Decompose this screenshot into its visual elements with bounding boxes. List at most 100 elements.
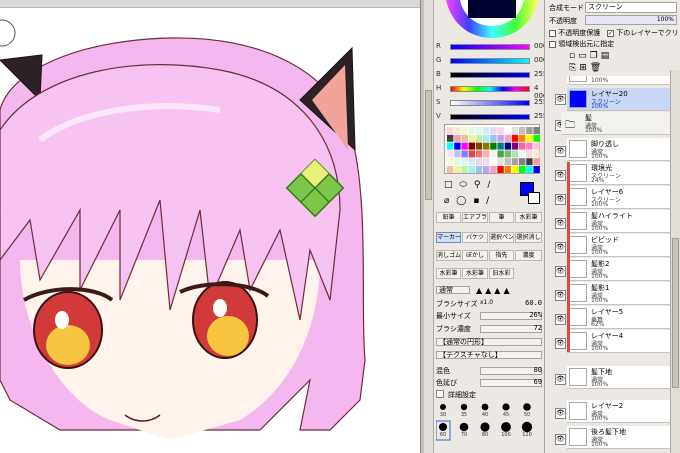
tool-brush[interactable]: 筆: [489, 212, 514, 223]
tool-pencil[interactable]: 鉛筆: [436, 212, 461, 223]
slider-track[interactable]: [450, 44, 530, 50]
copy-layer-icon[interactable]: ❐: [590, 51, 601, 61]
layer-row[interactable]: 環境光 スクリーン 24%: [567, 162, 671, 185]
protect-checkbox-row[interactable]: 不透明度保護: [549, 28, 600, 38]
layer-row[interactable]: レイヤー4 通常 100%: [567, 330, 671, 353]
visibility-eye-icon[interactable]: 👁: [555, 218, 566, 229]
shape-dropdown-row[interactable]: 【通常の円形】: [436, 338, 542, 348]
tool-custom-3[interactable]: 旧水彩: [489, 268, 514, 279]
scroll-thumb[interactable]: [425, 90, 432, 200]
density-row[interactable]: ブラシ濃度 72: [436, 324, 542, 334]
texture-dropdown-row[interactable]: 【テクスチャなし】: [436, 351, 542, 361]
mix-row[interactable]: 混色 80: [436, 366, 542, 376]
brush-size-row[interactable]: ブラシサイズ x1.0 60.0: [436, 299, 542, 309]
tool-bucket[interactable]: バケツ: [462, 232, 488, 243]
tool-airbrush[interactable]: エアブラシ: [462, 212, 488, 223]
brush-shape-select[interactable]: 通常: [436, 286, 470, 294]
slider-track[interactable]: [450, 100, 530, 106]
visibility-eye-icon[interactable]: 👁: [555, 314, 566, 325]
slider-track[interactable]: [450, 86, 530, 92]
tool-finger[interactable]: 指先: [489, 250, 514, 261]
brush-shape-row[interactable]: 通常 ▲▲▲▲: [436, 286, 542, 296]
visibility-eye-icon[interactable]: 👁: [555, 338, 566, 349]
swatch-palette[interactable]: [444, 124, 540, 174]
layer-panel-scrollbar[interactable]: [670, 70, 680, 453]
visibility-eye-icon[interactable]: 👁: [555, 94, 566, 105]
slider-b[interactable]: B 255: [436, 70, 544, 80]
slider-v[interactable]: V 255: [436, 112, 544, 122]
source-checkbox[interactable]: [549, 40, 556, 48]
visibility-eye-icon[interactable]: 👁: [555, 242, 566, 253]
brush-texture-dropdown[interactable]: 【テクスチャなし】: [436, 351, 542, 359]
clip-checkbox-checked-icon[interactable]: ✓: [607, 29, 614, 37]
tool-blur[interactable]: ぼかし: [462, 250, 488, 261]
slider-track[interactable]: [450, 114, 530, 120]
palette-swatch: [454, 166, 461, 173]
tool-custom-1[interactable]: 水彩筆: [436, 268, 461, 279]
slider-s[interactable]: S 255: [436, 98, 544, 108]
layer-row[interactable]: 脚り透し 通常 100%: [567, 138, 671, 161]
move-icon[interactable]: ⊞: [579, 63, 590, 73]
slider-h[interactable]: H 4 000: [436, 84, 544, 100]
color-wheel[interactable]: [442, 0, 542, 40]
brush-size-presets[interactable]: 30 35 40 45 50 60 70 80 100 120: [436, 402, 542, 453]
visibility-eye-icon[interactable]: 👁: [555, 408, 566, 419]
brush-tip-icons[interactable]: ▲▲▲▲: [476, 286, 513, 295]
layer-row[interactable]: 髪影2 通常 100%: [567, 258, 671, 281]
visibility-eye-icon[interactable]: 👁: [555, 194, 566, 205]
layer-row[interactable]: 髪下地 通常 100%: [567, 366, 671, 389]
brush-size-value[interactable]: 60.0: [518, 299, 542, 307]
layer-folder-row[interactable]: 🗀 髪 通常 100%: [561, 112, 671, 135]
tool-panel-scrollbar[interactable]: [424, 0, 434, 453]
new-folder-icon[interactable]: ▭: [578, 51, 590, 61]
layer-row[interactable]: レイヤー6 スクリーン 100%: [567, 186, 671, 209]
tool-custom-2[interactable]: 水彩筆: [462, 268, 488, 279]
visibility-eye-icon[interactable]: 👁: [555, 290, 566, 301]
slider-track[interactable]: [450, 72, 530, 78]
layer-row[interactable]: 100%: [567, 76, 671, 85]
extend-row[interactable]: 色延び 69: [436, 378, 542, 388]
tool-watercolor[interactable]: 水彩筆: [515, 212, 542, 223]
detail-settings-row[interactable]: 詳細設定: [436, 390, 542, 400]
brush-size-multiplier[interactable]: x1.0: [480, 299, 493, 306]
protect-checkbox[interactable]: [549, 29, 556, 37]
blend-mode-select[interactable]: スクリーン: [585, 2, 677, 13]
visibility-eye-icon[interactable]: 👁: [555, 266, 566, 277]
layer-row-selected[interactable]: レイヤー20 スクリーン 100%: [567, 88, 671, 111]
tool-select-erase[interactable]: 選択消し: [515, 232, 542, 243]
brush-shape-dropdown[interactable]: 【通常の円形】: [436, 338, 542, 346]
nav-tools[interactable]: □ ⬭ ⚲ ∕: [444, 180, 514, 194]
layer-row[interactable]: レイヤー5 乗算 62%: [567, 306, 671, 329]
tool-select-pen[interactable]: 選択ペン: [489, 232, 514, 243]
tool-density[interactable]: 濃度: [515, 250, 542, 261]
visibility-eye-icon[interactable]: 👁: [555, 374, 566, 385]
slider-track[interactable]: [450, 58, 530, 64]
scroll-thumb[interactable]: [672, 238, 679, 388]
layer-row[interactable]: レイヤー2 通常 100%: [567, 400, 671, 423]
sub-color-swatch[interactable]: [528, 192, 540, 204]
source-checkbox-row[interactable]: 領域検出元に指定: [549, 39, 614, 49]
palette-swatch: [447, 142, 454, 150]
min-size-row[interactable]: 最小サイズ 26%: [436, 311, 542, 321]
layer-row[interactable]: ビビッド 通常 100%: [567, 234, 671, 257]
slider-g[interactable]: G 000: [436, 56, 544, 66]
merge-down-icon[interactable]: ▤: [601, 51, 613, 61]
opacity-slider[interactable]: 100%: [585, 15, 677, 25]
visibility-eye-icon[interactable]: 👁: [555, 434, 566, 445]
delete-layer-icon[interactable]: 🗑: [590, 63, 604, 73]
layer-row[interactable]: 髪ハイライト 通常 100%: [567, 210, 671, 233]
visibility-eye-icon[interactable]: 👁: [555, 146, 566, 157]
clear-layer-icon[interactable]: ⎘: [569, 63, 579, 73]
detail-toggle-icon[interactable]: [436, 390, 444, 398]
drawing-canvas[interactable]: [0, 0, 420, 453]
clip-checkbox-row[interactable]: ✓ 下のレイヤーでクリッピング: [607, 28, 679, 38]
visibility-eye-icon[interactable]: 👁: [555, 170, 566, 181]
slider-r[interactable]: R 000: [436, 42, 544, 52]
layer-toolbar[interactable]: ▫▭❐▤ ⎘⊞🗑: [569, 50, 679, 76]
tool-icons[interactable]: ⌀ ◯ ▪ ∕: [444, 196, 504, 208]
layer-row[interactable]: 後ろ髪下地 通常 100%: [567, 426, 671, 449]
tool-eraser[interactable]: 消しゴム: [436, 250, 461, 261]
tool-marker[interactable]: マーカー: [436, 232, 461, 243]
layer-row[interactable]: 髪影1 通常 100%: [567, 282, 671, 305]
new-layer-icon[interactable]: ▫: [569, 51, 578, 61]
